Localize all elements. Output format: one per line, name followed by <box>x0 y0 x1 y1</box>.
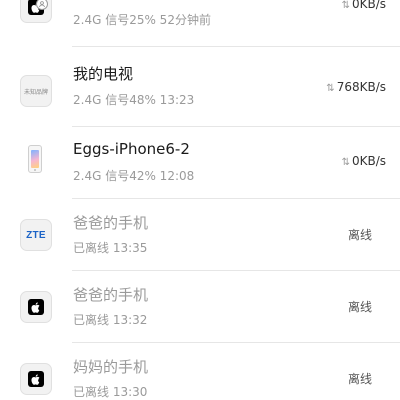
device-detail: 已离线 13:32 <box>73 313 148 327</box>
device-list: 7 2.4G 信号25% 52分钟前 ⇅0KB/s 未知品牌 我的电视 2.4G… <box>0 0 400 400</box>
device-icon-frame <box>20 291 52 323</box>
offline-status: 离线 <box>347 228 372 242</box>
device-detail: 2.4G 信号42% 12:08 <box>73 169 195 183</box>
device-rate: ⇅ 768KB/s <box>326 80 386 94</box>
rate-value: 0KB/s <box>351 154 386 168</box>
phone-home-button <box>34 169 36 171</box>
device-name: 爸爸的手机 <box>73 214 149 232</box>
rate-value: 768KB/s <box>336 80 386 94</box>
device-name: 我的电视 <box>73 65 134 83</box>
device-name: 爸爸的手机 <box>73 286 149 304</box>
device-row[interactable]: 未知品牌 我的电视 2.4G 信号48% 13:23 ⇅ 768KB/s <box>0 55 400 127</box>
iphone-icon <box>28 145 42 173</box>
device-icon-frame <box>20 363 52 395</box>
device-name: 妈妈的手机 <box>73 358 149 376</box>
device-row[interactable]: ZTE 爸爸的手机 已离线 13:35 离线 <box>0 199 400 271</box>
phone-screen <box>31 150 39 168</box>
row-divider <box>72 46 400 47</box>
device-rate: ⇅ 0KB/s <box>342 154 386 168</box>
device-rate: ⇅ 0KB/s <box>342 0 386 11</box>
device-name: Eggs-iPhone6-2 <box>73 140 190 158</box>
rate-value: 0KB/s <box>351 0 386 11</box>
device-icon-frame: ZTE <box>20 219 52 251</box>
transfer-arrows-icon: ⇅ <box>326 83 335 94</box>
device-detail: 已离线 13:30 <box>73 385 148 399</box>
apple-icon <box>28 299 44 315</box>
device-detail: 2.4G 信号25% 52分钟前 <box>73 13 211 27</box>
unknown-brand-icon: 未知品牌 <box>23 88 48 96</box>
device-name: 7 <box>73 0 83 1</box>
device-row[interactable]: Eggs-iPhone6-2 2.4G 信号42% 12:08 ⇅ 0KB/s <box>0 127 400 199</box>
device-detail: 已离线 13:35 <box>73 241 148 255</box>
transfer-arrows-icon: ⇅ <box>341 0 350 11</box>
device-row[interactable]: 爸爸的手机 已离线 13:32 离线 <box>0 271 400 343</box>
offline-status: 离线 <box>347 300 372 314</box>
apple-icon <box>28 371 44 387</box>
transfer-arrows-icon: ⇅ <box>341 157 350 168</box>
offline-status: 离线 <box>347 372 372 386</box>
device-detail: 2.4G 信号48% 13:23 <box>73 93 195 107</box>
zte-icon: ZTE <box>26 229 46 241</box>
device-row[interactable]: 7 2.4G 信号25% 52分钟前 ⇅0KB/s <box>0 0 400 47</box>
device-icon-frame: 未知品牌 <box>20 75 52 107</box>
device-row[interactable]: 妈妈的手机 已离线 13:30 离线 <box>0 343 400 400</box>
